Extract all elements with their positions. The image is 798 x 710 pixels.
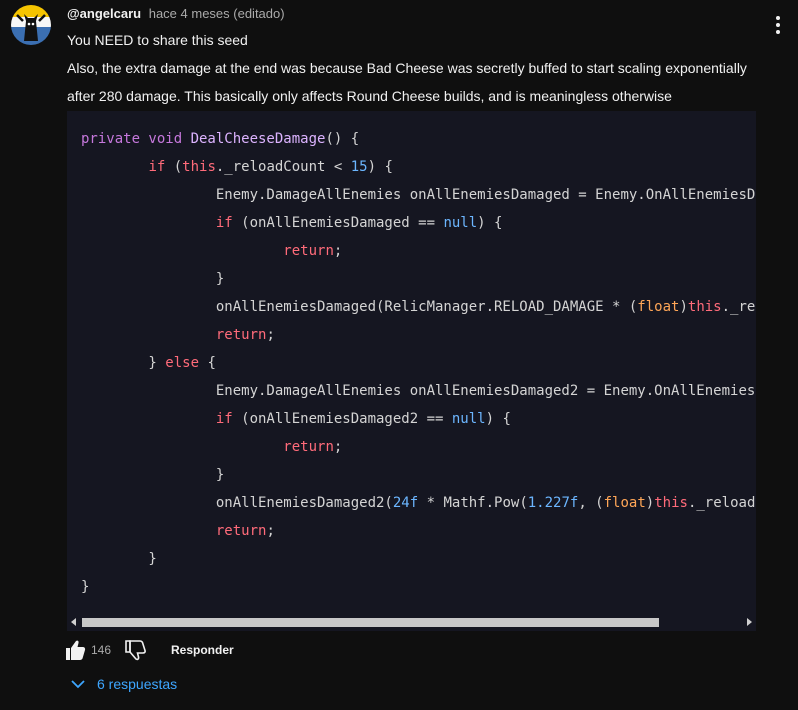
code-token: 1.227f (527, 495, 579, 511)
code-token: ) (679, 299, 688, 315)
comment-author[interactable]: @angelcaru (67, 6, 141, 21)
code-token: ) { (477, 215, 503, 231)
code-token: private void (81, 131, 191, 147)
code-token: 24f (392, 495, 419, 511)
code-content: private void DealCheeseDamage() { if (th… (81, 125, 756, 601)
code-line: if (this._reloadCount < 15) { (81, 153, 756, 181)
avatar[interactable] (11, 5, 51, 45)
code-token: } (81, 271, 225, 287)
code-line: return; (81, 237, 756, 265)
code-line: } (81, 461, 756, 489)
code-token: , ( (578, 495, 604, 511)
code-token: return (283, 243, 334, 259)
code-token: 15 (350, 159, 368, 175)
code-line: } (81, 265, 756, 293)
code-line: onAllEnemiesDamaged(RelicManager.RELOAD_… (81, 293, 756, 321)
code-token: ) { (367, 159, 393, 175)
code-token: onAllEnemiesDamaged(RelicManager.RELOAD_… (81, 299, 638, 315)
code-token: Enemy.DamageAllEnemies onAllEnemiesDamag… (81, 383, 756, 399)
code-token: return (283, 439, 334, 455)
code-token: return (215, 523, 267, 539)
comment-text-line: Also, the extra damage at the end was be… (67, 60, 747, 76)
scroll-right-arrow-icon[interactable] (747, 618, 752, 626)
code-token: () { (325, 131, 360, 147)
comment-text-line: You NEED to share this seed (67, 32, 248, 48)
code-token: ._reload( (687, 495, 756, 511)
code-token: DealCheeseDamage (190, 131, 326, 147)
code-token: if (215, 215, 233, 231)
code-token: { (199, 355, 216, 371)
reply-button[interactable]: Responder (171, 643, 234, 657)
code-token: ( (165, 159, 183, 175)
thumbs-up-icon[interactable] (64, 638, 86, 662)
code-line: onAllEnemiesDamaged2(24f * Mathf.Pow(1.2… (81, 489, 756, 517)
code-token: this (654, 495, 688, 511)
code-token: * Mathf.Pow( (418, 495, 528, 511)
more-options-icon[interactable] (772, 14, 784, 36)
code-token: } (81, 579, 90, 595)
code-token: null (443, 215, 478, 231)
code-line: } (81, 545, 756, 573)
code-token: this (687, 299, 722, 315)
code-line: Enemy.DamageAllEnemies onAllEnemiesDamag… (81, 377, 756, 405)
scrollbar-thumb[interactable] (82, 618, 659, 627)
code-token: float (637, 299, 680, 315)
code-token: Enemy.DamageAllEnemies onAllEnemiesDamag… (81, 187, 756, 203)
code-token: } (81, 467, 225, 483)
code-horizontal-scrollbar[interactable] (67, 615, 756, 629)
code-token: ._rel (721, 299, 756, 315)
code-line: return; (81, 433, 756, 461)
code-token: } (81, 355, 166, 371)
code-token: ) { (485, 411, 511, 427)
code-token: if (215, 411, 233, 427)
code-token: (onAllEnemiesDamaged == (232, 215, 444, 231)
code-line: } else { (81, 349, 756, 377)
code-token: this (182, 159, 216, 175)
code-token: } (81, 551, 157, 567)
code-token: ; (333, 439, 343, 455)
comment-meta[interactable]: hace 4 meses (editado) (149, 6, 285, 21)
code-token: ; (266, 327, 275, 343)
code-line: return; (81, 517, 756, 545)
code-token: ; (266, 523, 275, 539)
code-token: ) (645, 495, 655, 511)
code-token: (onAllEnemiesDamaged2 == (232, 411, 452, 427)
replies-label: 6 respuestas (97, 676, 178, 692)
code-token: if (148, 159, 166, 175)
code-token: else (165, 355, 200, 371)
code-line: private void DealCheeseDamage() { (81, 125, 756, 153)
chevron-down-icon (71, 680, 85, 689)
code-line: } (81, 573, 756, 601)
code-block: private void DealCheeseDamage() { if (th… (67, 111, 756, 631)
code-token: ._reloadCount < (215, 159, 351, 175)
code-line: if (onAllEnemiesDamaged2 == null) { (81, 405, 756, 433)
code-line: if (onAllEnemiesDamaged == null) { (81, 209, 756, 237)
code-token: ; (333, 243, 343, 259)
code-token: onAllEnemiesDamaged2( (81, 495, 393, 511)
thumbs-down-icon[interactable] (124, 638, 146, 662)
comment-header: @angelcaru hace 4 meses (editado) (67, 6, 285, 21)
code-token: null (451, 411, 486, 427)
code-token: float (603, 495, 646, 511)
scroll-left-arrow-icon[interactable] (71, 618, 76, 626)
like-count: 146 (91, 643, 112, 657)
code-line: return; (81, 321, 756, 349)
comment-text-line: after 280 damage. This basically only af… (67, 88, 672, 104)
code-token: return (215, 327, 267, 343)
code-line: Enemy.DamageAllEnemies onAllEnemiesDamag… (81, 181, 756, 209)
